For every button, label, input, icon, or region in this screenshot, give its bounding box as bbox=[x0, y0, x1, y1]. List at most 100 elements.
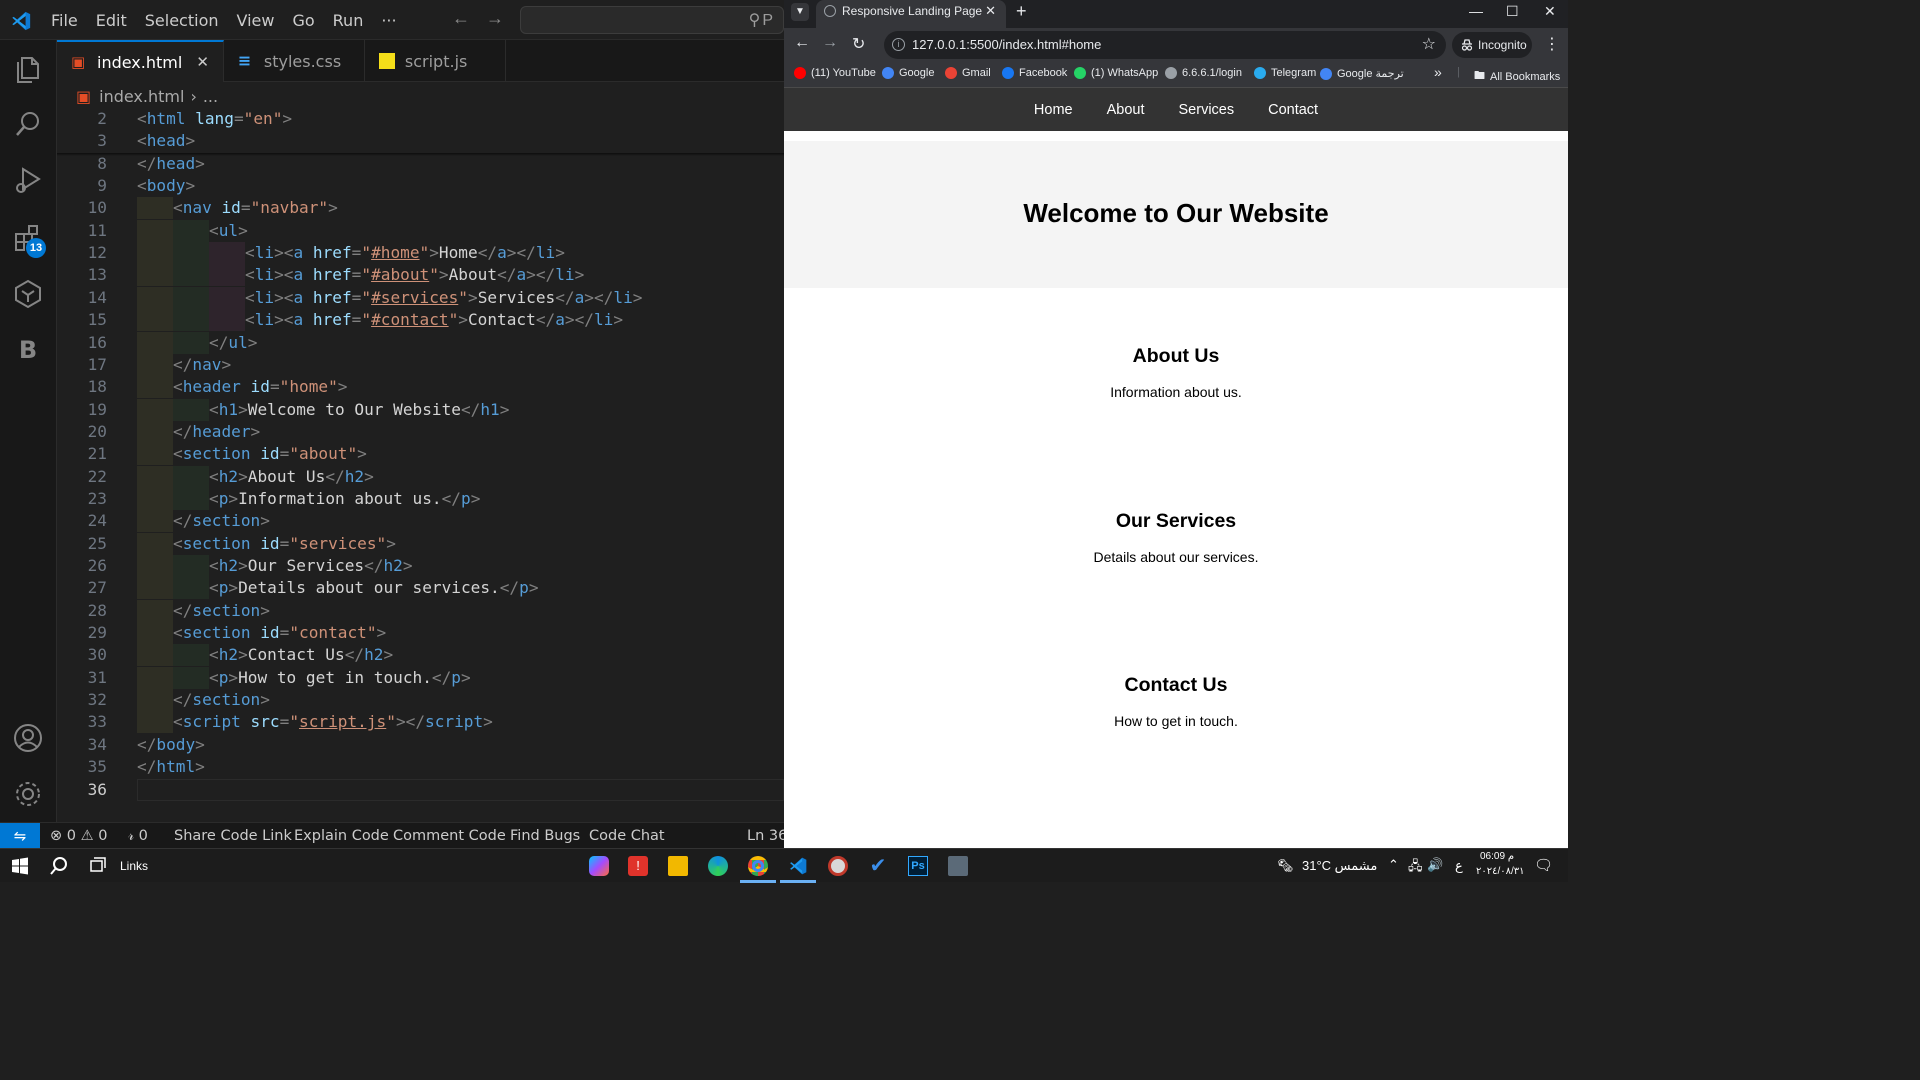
code-line[interactable]: 35 </html> bbox=[57, 756, 784, 778]
search-icon[interactable] bbox=[12, 108, 44, 140]
site-info-icon[interactable]: i bbox=[892, 38, 905, 51]
close-tab-icon[interactable]: ✕ bbox=[985, 0, 996, 22]
explorer-files-icon[interactable] bbox=[12, 52, 44, 84]
status-code-chat[interactable]: Code Chat bbox=[589, 823, 665, 849]
code-line[interactable]: 25 <section id="services"> bbox=[57, 532, 784, 555]
site-nav-contact[interactable]: Contact bbox=[1251, 102, 1335, 118]
code-line[interactable]: 34 </body> bbox=[57, 734, 784, 756]
menu-item[interactable]: Selection bbox=[136, 11, 228, 30]
reload-icon[interactable]: ↻ bbox=[852, 34, 865, 54]
code-line[interactable]: 11 <ul> bbox=[57, 219, 784, 242]
calculator-icon[interactable] bbox=[948, 856, 968, 876]
code-line[interactable]: 19 <h1>Welcome to Our Website</h1> bbox=[57, 398, 784, 421]
bookmark-item[interactable]: Telegram bbox=[1254, 67, 1316, 79]
input-language[interactable]: ع bbox=[1455, 858, 1463, 874]
back-arrow-icon[interactable]: ← bbox=[794, 34, 810, 52]
menu-item[interactable]: Run bbox=[324, 11, 373, 30]
remote-explorer-icon[interactable] bbox=[12, 278, 44, 310]
edge-browser-icon[interactable] bbox=[708, 856, 728, 876]
code-line[interactable]: 8 </head> bbox=[57, 153, 784, 175]
forward-arrow-icon[interactable]: → bbox=[822, 34, 838, 52]
chevron-up-icon[interactable]: ⌃ bbox=[1388, 857, 1399, 873]
bookmark-item[interactable]: Google bbox=[882, 67, 934, 79]
ports-indicator[interactable]: 𝓇 0 bbox=[128, 823, 148, 849]
forward-arrow-icon[interactable]: → bbox=[486, 8, 504, 29]
volume-icon[interactable]: 🔊 bbox=[1427, 857, 1443, 873]
photoshop-icon[interactable]: Ps bbox=[908, 856, 928, 876]
code-line[interactable]: 17 </nav> bbox=[57, 353, 784, 376]
code-line[interactable]: 32 </section> bbox=[57, 689, 784, 712]
weather-widget[interactable]: 31°C مشمس bbox=[1302, 858, 1377, 874]
windows-start-icon[interactable] bbox=[10, 856, 30, 876]
tab-styles-css[interactable]: ≡ styles.css bbox=[224, 40, 365, 82]
bookmark-item[interactable]: 6.6.6.1/login bbox=[1165, 67, 1242, 79]
problems-indicator[interactable]: ⊗ 0 ⚠ 0 bbox=[50, 823, 107, 849]
status-find-bugs[interactable]: Find Bugs bbox=[510, 823, 580, 849]
bookmarks-overflow-icon[interactable]: » bbox=[1434, 64, 1442, 80]
code-line[interactable]: 23 <p>Information about us.</p> bbox=[57, 487, 784, 510]
code-line[interactable]: 18 <header id="home"> bbox=[57, 376, 784, 399]
new-tab-icon[interactable]: + bbox=[1016, 0, 1027, 22]
status-explain-code[interactable]: Explain Code bbox=[294, 823, 389, 849]
tab-index-html[interactable]: ▣ index.html ✕ bbox=[57, 40, 224, 82]
code-line[interactable]: 28 </section> bbox=[57, 599, 784, 622]
search-icon[interactable] bbox=[49, 856, 69, 876]
code-line[interactable]: 36 bbox=[57, 779, 784, 801]
site-nav-about[interactable]: About bbox=[1090, 102, 1162, 118]
vscode-logo-icon[interactable] bbox=[10, 10, 32, 32]
code-line[interactable]: 21 <section id="about"> bbox=[57, 443, 784, 466]
code-line[interactable]: 14 <li><a href="#services">Services</a></… bbox=[57, 286, 784, 309]
taskbar-links-toolbar[interactable]: Links bbox=[120, 859, 148, 873]
site-nav-services[interactable]: Services bbox=[1162, 102, 1252, 118]
copilot-icon[interactable] bbox=[589, 856, 609, 876]
menu-item[interactable]: File bbox=[42, 11, 87, 30]
tab-search-dropdown-icon[interactable]: ▼ bbox=[791, 3, 809, 21]
code-line[interactable]: 2 <html lang="en"> bbox=[57, 108, 784, 130]
code-line[interactable]: 20 </header> bbox=[57, 420, 784, 443]
code-line[interactable]: 9 <body> bbox=[57, 175, 784, 197]
maximize-icon[interactable]: ☐ bbox=[1506, 0, 1519, 22]
news-widget-icon[interactable]: 🗞 bbox=[1277, 858, 1294, 874]
task-view-icon[interactable] bbox=[88, 856, 108, 876]
code-line[interactable]: 31 <p>How to get in touch.</p> bbox=[57, 666, 784, 689]
gear-icon[interactable] bbox=[12, 778, 44, 810]
code-editor[interactable]: 2 <html lang="en"> 3 <head> 8 </head> 9 <body> 1… bbox=[57, 107, 784, 822]
tab-script-js[interactable]: script.js bbox=[365, 40, 506, 82]
menu-item[interactable]: Go bbox=[283, 11, 323, 30]
bookmark-star-icon[interactable]: ☆ bbox=[1422, 31, 1436, 59]
menu-item[interactable]: ··· bbox=[372, 11, 405, 30]
bookmark-item[interactable]: (11) YouTube bbox=[794, 67, 876, 79]
bookmark-item[interactable]: Facebook bbox=[1002, 67, 1067, 79]
status-share-code-link[interactable]: Share Code Link bbox=[174, 823, 292, 849]
code-line[interactable]: 22 <h2>About Us</h2> bbox=[57, 465, 784, 488]
chrome-icon[interactable] bbox=[748, 856, 768, 876]
remote-indicator-icon[interactable]: ⇋ bbox=[0, 823, 40, 849]
code-line[interactable]: 15 <li><a href="#contact">Contact</a></li… bbox=[57, 309, 784, 332]
status-comment-code[interactable]: Comment Code bbox=[393, 823, 506, 849]
clock-date[interactable]: ٢٠٢٤/٠٨/٣١ bbox=[1476, 866, 1525, 877]
clock-time[interactable]: 06:09 م bbox=[1480, 851, 1514, 862]
command-center-search[interactable]: ⚲ P bbox=[520, 6, 784, 34]
close-icon[interactable]: ✕ bbox=[196, 53, 209, 71]
todo-checkmark-icon[interactable]: ✔ bbox=[868, 856, 888, 876]
file-explorer-icon[interactable] bbox=[668, 856, 688, 876]
app-alert-icon[interactable]: ! bbox=[628, 856, 648, 876]
bookmark-item[interactable]: (1) WhatsApp bbox=[1074, 67, 1158, 79]
code-line[interactable]: 30 <h2>Contact Us</h2> bbox=[57, 644, 784, 667]
browser-tab-active[interactable]: Responsive Landing Page ✕ bbox=[816, 0, 1006, 28]
paint-app-icon[interactable] bbox=[828, 856, 848, 876]
breadcrumb-more[interactable]: ... bbox=[203, 87, 218, 106]
vscode-taskbar-icon[interactable] bbox=[788, 856, 808, 876]
code-line[interactable]: 26 <h2>Our Services</h2> bbox=[57, 555, 784, 577]
menu-item[interactable]: View bbox=[228, 11, 284, 30]
site-nav-home[interactable]: Home bbox=[1017, 102, 1090, 118]
menu-item[interactable]: Edit bbox=[87, 11, 136, 30]
run-debug-icon[interactable] bbox=[12, 164, 44, 196]
bootstrap-extension-icon[interactable]: B bbox=[12, 334, 44, 366]
notification-center-icon[interactable]: 🗨 bbox=[1534, 856, 1553, 874]
code-line[interactable]: 27 <p>Details about our services.</p> bbox=[57, 577, 784, 600]
code-line[interactable]: 10 <nav id="navbar"> bbox=[57, 197, 784, 220]
close-window-icon[interactable]: ✕ bbox=[1544, 0, 1556, 22]
back-arrow-icon[interactable]: ← bbox=[452, 8, 470, 29]
code-line[interactable]: 29 <section id="contact"> bbox=[57, 622, 784, 645]
